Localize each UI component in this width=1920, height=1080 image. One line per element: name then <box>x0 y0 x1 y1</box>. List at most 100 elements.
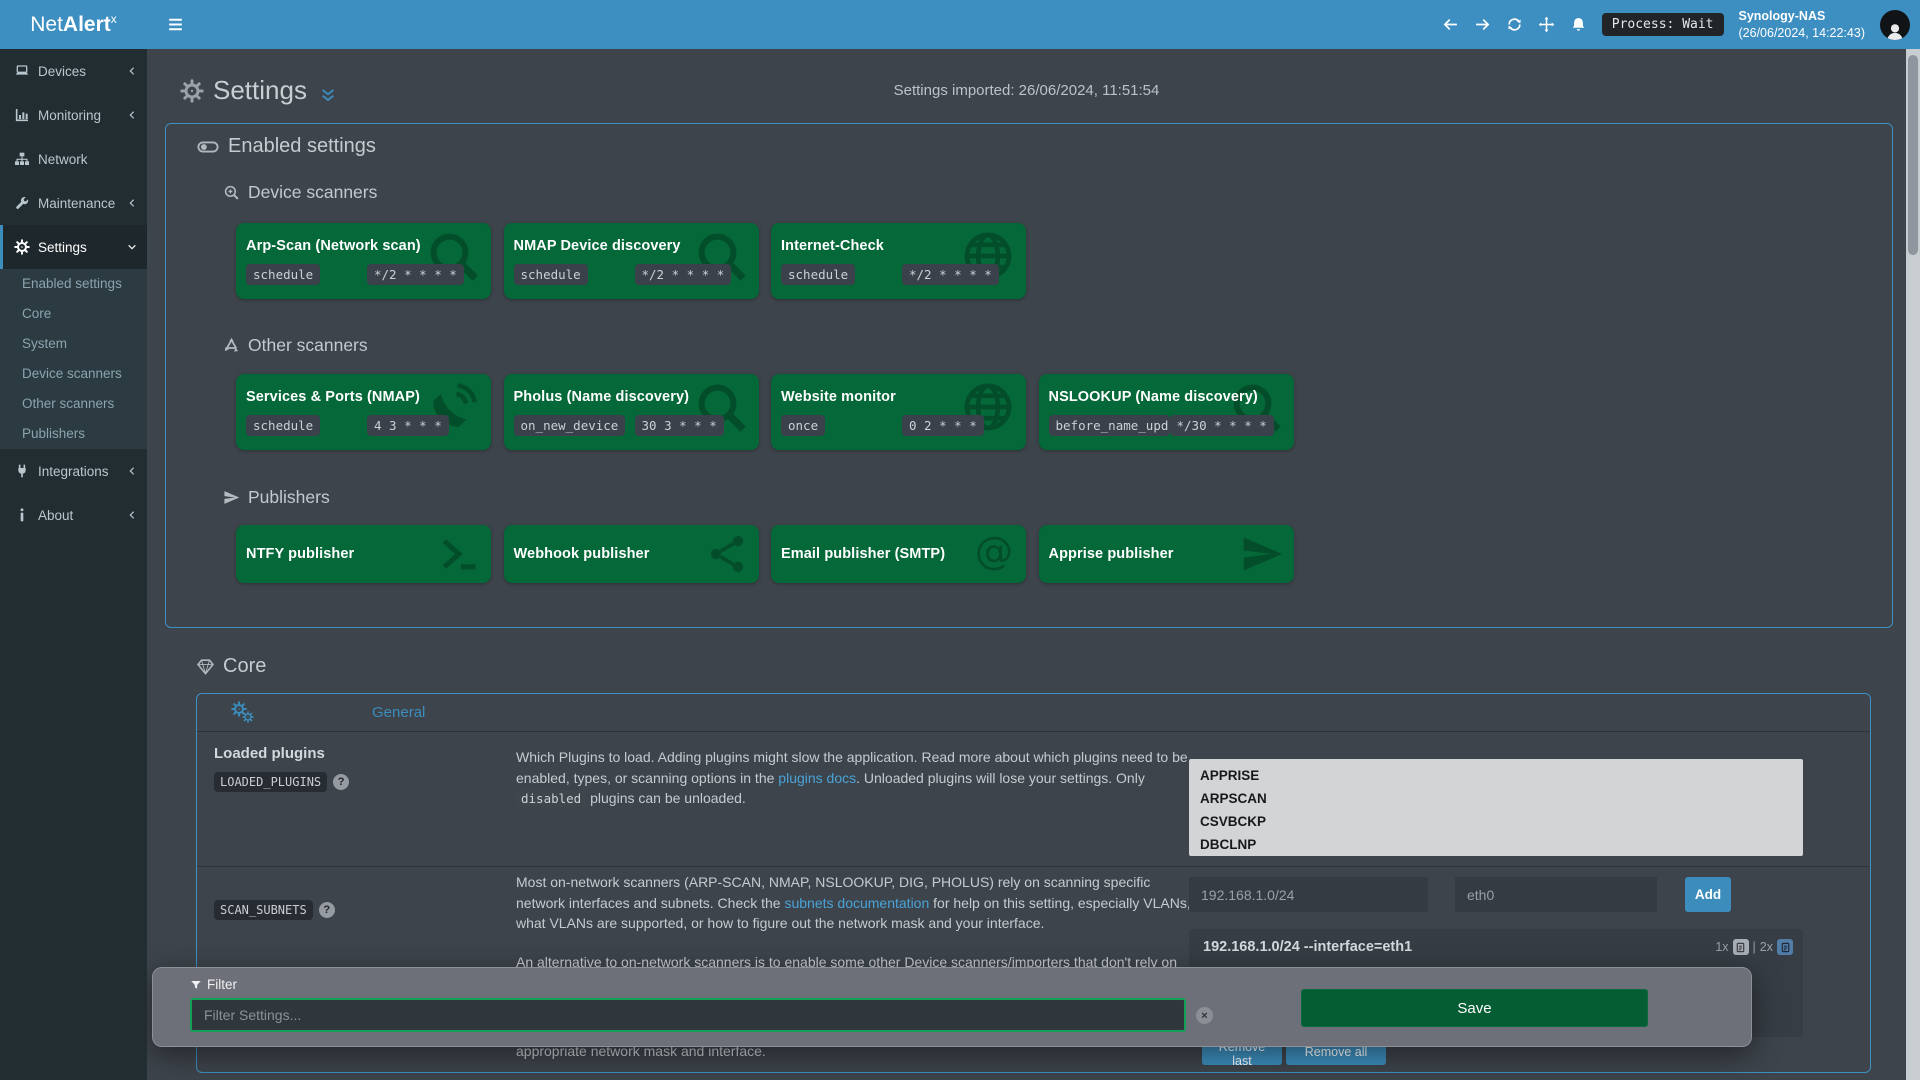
gem-icon <box>196 657 215 676</box>
sidebar-subitem-core[interactable]: Core <box>0 299 147 329</box>
tab-general[interactable]: General <box>372 694 425 731</box>
sidebar-item-maintenance[interactable]: Maintenance <box>0 181 147 225</box>
main-content: Settings Settings imported: 26/06/2024, … <box>147 49 1920 1080</box>
clear-filter-button[interactable] <box>1196 1007 1213 1024</box>
scan-subnets-code: SCAN_SUBNETS <box>214 900 313 920</box>
multiplier-1x-label: 1x <box>1715 940 1728 954</box>
trigger-badge: schedule <box>246 264 320 285</box>
sidebar-subitem-publishers[interactable]: Publishers <box>0 419 147 449</box>
plugin-card-title: Apprise publisher <box>1049 546 1174 562</box>
multiplier-2x-label: 2x <box>1760 940 1773 954</box>
listbox-option-dbclnp[interactable]: DBCLNP <box>1189 833 1803 856</box>
plugin-card-title: Internet-Check <box>781 238 884 254</box>
settings-submenu: Enabled settingsCoreSystemDevice scanner… <box>0 269 147 449</box>
move-icon[interactable] <box>1538 16 1555 33</box>
plugin-card-webhook-publisher[interactable]: Webhook publisher <box>504 525 759 583</box>
sidebar-item-monitoring[interactable]: Monitoring <box>0 93 147 137</box>
disabled-code-chip: disabled <box>516 790 586 807</box>
chevron-left-icon <box>127 66 137 76</box>
top-navbar: NetAlertx Process: Wait Synology-NAS (26… <box>0 0 1920 49</box>
subnet-input[interactable] <box>1189 877 1428 912</box>
plugin-card-ntfy-publisher[interactable]: NTFY publisher <box>236 525 491 583</box>
trigger-badge: before_name_upd <box>1049 415 1170 436</box>
section-header-publishers: Publishers <box>223 487 330 508</box>
chevron-left-icon <box>127 466 137 476</box>
search-plus-icon <box>223 184 240 201</box>
terminal-icon <box>437 532 481 576</box>
cards-row-other-scanners: Services & Ports (NMAP)schedule4 3 * * *… <box>236 374 1294 450</box>
chart-icon <box>14 107 30 123</box>
listbox-option-apprise[interactable]: APPRISE <box>1189 764 1803 787</box>
plugins-docs-link[interactable]: plugins docs <box>778 770 856 786</box>
process-status-badge[interactable]: Process: Wait <box>1602 13 1724 36</box>
sidebar-item-network[interactable]: Network <box>0 137 147 181</box>
sidebar-item-integrations[interactable]: Integrations <box>0 449 147 493</box>
core-tabbar: General <box>197 694 1870 732</box>
loaded-plugins-row: Loaded plugins LOADED_PLUGINS Which Plug… <box>197 731 1870 867</box>
plugin-card-website-monitor[interactable]: Website monitoronce0 2 * * * <box>771 374 1026 450</box>
section-header-device-scanners: Device scanners <box>223 182 377 203</box>
plugin-card-internet-check[interactable]: Internet-Check schedule */2 * * * * <box>771 223 1026 299</box>
help-icon[interactable] <box>319 902 335 918</box>
add-button[interactable]: Add <box>1685 877 1731 912</box>
recycle-icon <box>223 337 240 354</box>
help-icon[interactable] <box>333 774 349 790</box>
sidebar-item-settings[interactable]: Settings <box>0 225 147 269</box>
app-logo[interactable]: NetAlertx <box>0 0 147 49</box>
funnel-icon <box>190 979 202 991</box>
interface-input[interactable] <box>1455 877 1657 912</box>
filter-label-row: Filter <box>190 977 237 992</box>
sidebar-item-devices[interactable]: Devices <box>0 49 147 93</box>
copy-icon[interactable] <box>1733 939 1749 955</box>
plugin-card-title: Webhook publisher <box>514 546 650 562</box>
listbox-option-csvbckp[interactable]: CSVBCKP <box>1189 810 1803 833</box>
plugin-card-title: NSLOOKUP (Name discovery) <box>1049 389 1258 405</box>
toggle-icon <box>197 136 219 158</box>
sidebar-subitem-system[interactable]: System <box>0 329 147 359</box>
refresh-icon[interactable] <box>1506 16 1523 33</box>
back-icon[interactable] <box>1442 16 1459 33</box>
subnets-docs-link[interactable]: subnets documentation <box>784 895 929 911</box>
trigger-badge: once <box>781 415 825 436</box>
plugin-card-apprise-publisher[interactable]: Apprise publisher <box>1039 525 1294 583</box>
plugin-card-nmap-device-discovery[interactable]: NMAP Device discoveryschedule*/2 * * * * <box>504 223 759 299</box>
sidebar-subitem-other-scanners[interactable]: Other scanners <box>0 389 147 419</box>
forward-icon[interactable] <box>1474 16 1491 33</box>
filter-settings-input[interactable] <box>190 998 1186 1032</box>
plugin-card-title: Pholus (Name discovery) <box>514 389 690 405</box>
loaded-plugins-label: Loaded plugins <box>214 745 504 762</box>
avatar[interactable] <box>1880 10 1910 40</box>
plugin-card-arp-scan-network-scan[interactable]: Arp-Scan (Network scan)schedule*/2 * * *… <box>236 223 491 299</box>
plugin-card-services-ports-nmap[interactable]: Services & Ports (NMAP)schedule4 3 * * * <box>236 374 491 450</box>
sitemap-icon <box>14 151 30 167</box>
plugin-card-nslookup-name-discovery[interactable]: NSLOOKUP (Name discovery) before_name_upd… <box>1039 374 1294 450</box>
host-timestamp: (26/06/2024, 14:22:43) <box>1739 25 1866 41</box>
trigger-badge: schedule <box>514 264 588 285</box>
menu-icon[interactable] <box>166 15 185 34</box>
filter-overlay: Filter Save <box>152 967 1752 1047</box>
trigger-badge: on_new_device <box>514 415 626 436</box>
save-button[interactable]: Save <box>1301 989 1648 1027</box>
sidebar-item-about[interactable]: About <box>0 493 147 537</box>
filter-label: Filter <box>207 977 237 992</box>
cron-badge: */30 * * * * <box>1170 415 1274 436</box>
cron-badge: */2 * * * * <box>902 264 999 285</box>
subnet-list-item[interactable]: 192.168.1.0/24 --interface=eth1 1x 2x <box>1189 929 1803 955</box>
bell-icon[interactable] <box>1570 16 1587 33</box>
plugin-card-email-publisher-smtp[interactable]: @Email publisher (SMTP) <box>771 525 1026 583</box>
sidebar-subitem-device-scanners[interactable]: Device scanners <box>0 359 147 389</box>
plugin-card-pholus-name-discovery[interactable]: Pholus (Name discovery)on_new_device30 3… <box>504 374 759 450</box>
listbox-option-arpscan[interactable]: ARPSCAN <box>1189 787 1803 810</box>
vertical-scrollbar[interactable] <box>1906 49 1920 1080</box>
loaded-plugins-code: LOADED_PLUGINS <box>214 772 327 792</box>
duplicate-icon[interactable] <box>1777 939 1793 955</box>
wrench-icon <box>14 195 30 211</box>
plugin-card-title: Email publisher (SMTP) <box>781 546 945 562</box>
sidebar-subitem-enabled-settings[interactable]: Enabled settings <box>0 269 147 299</box>
cron-badge: */2 * * * * <box>367 264 464 285</box>
scrollbar-thumb[interactable] <box>1908 55 1918 255</box>
trigger-badge: schedule <box>246 415 320 436</box>
trigger-badge: schedule <box>781 264 855 285</box>
app-root: NetAlertx Process: Wait Synology-NAS (26… <box>0 0 1920 1080</box>
loaded-plugins-listbox[interactable]: APPRISEARPSCANCSVBCKPDBCLNP <box>1189 759 1803 856</box>
